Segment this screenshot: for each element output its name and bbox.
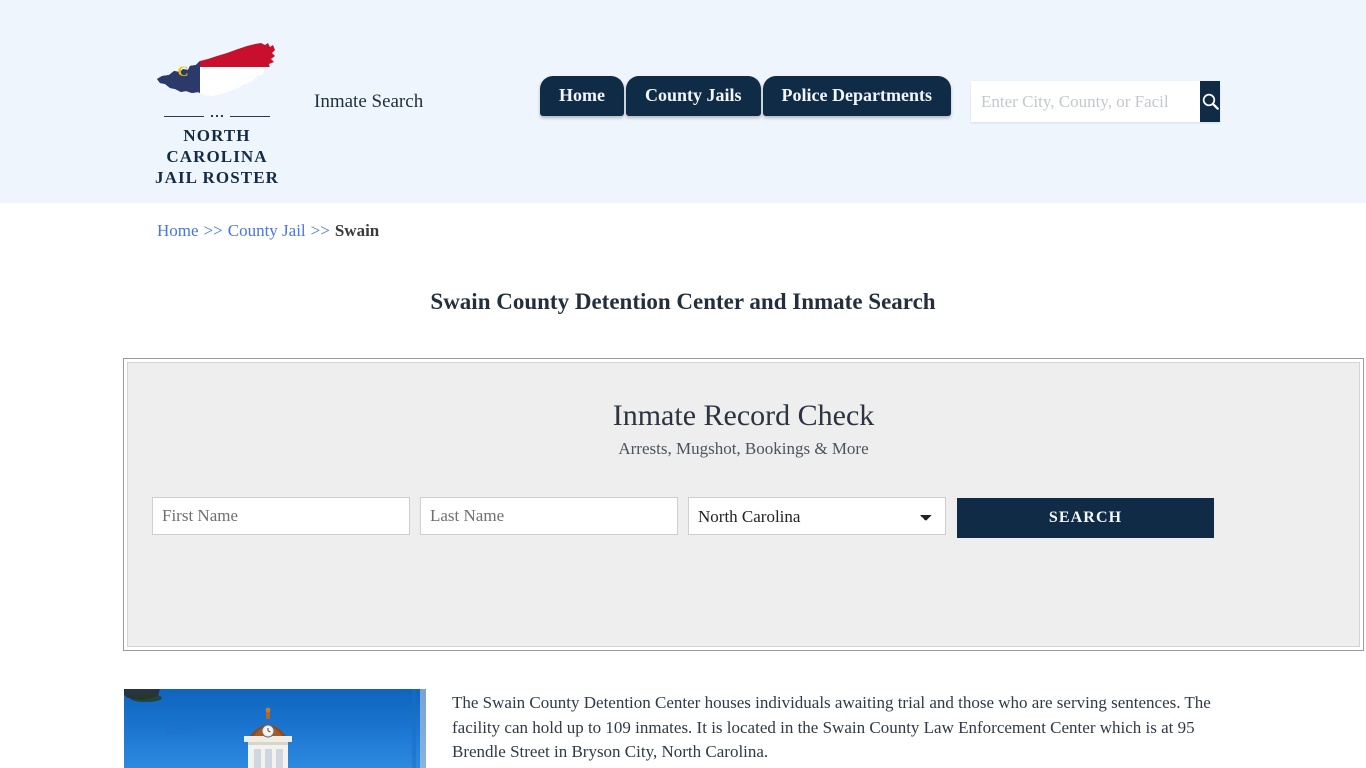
inmate-search-button[interactable]: SEARCH: [957, 498, 1214, 538]
header-search-button[interactable]: [1200, 81, 1220, 122]
breadcrumb: Home >> County Jail >> Swain: [157, 221, 379, 241]
nav-item-police-departments[interactable]: Police Departments: [762, 76, 951, 116]
header-search-input[interactable]: [971, 81, 1200, 122]
site-tagline: Inmate Search: [314, 91, 424, 112]
facility-thumbnail[interactable]: [124, 689, 426, 768]
widget-title: Inmate Record Check: [612, 399, 875, 432]
breadcrumb-separator-1: >>: [203, 221, 223, 240]
breadcrumb-separator-2: >>: [310, 221, 330, 240]
page-root: C NORTH CAROLINA JAIL ROSTER Inmate Sear…: [0, 0, 1366, 768]
page-title: Swain County Detention Center and Inmate…: [430, 289, 936, 315]
site-logo[interactable]: C NORTH CAROLINA JAIL ROSTER: [143, 36, 291, 188]
last-name-input[interactable]: [420, 497, 678, 535]
svg-text:C: C: [178, 64, 189, 80]
breadcrumb-link-county-jail[interactable]: County Jail: [228, 221, 306, 240]
logo-line-2: JAIL ROSTER: [154, 168, 280, 187]
logo-divider-ornament: [152, 112, 282, 121]
breadcrumb-current: Swain: [334, 221, 380, 240]
nav-item-home[interactable]: Home: [540, 76, 624, 116]
main-navigation: Home County Jails Police Departments: [540, 76, 951, 116]
nav-item-county-jails[interactable]: County Jails: [625, 76, 761, 116]
first-name-input[interactable]: [152, 497, 410, 535]
state-select[interactable]: North Carolina: [688, 497, 946, 535]
magnifier-icon: [1202, 93, 1219, 110]
facility-description: The Swain County Detention Center houses…: [452, 693, 1211, 761]
inmate-search-form: North Carolina SEARCH: [152, 497, 1337, 538]
breadcrumb-link-home[interactable]: Home: [157, 221, 199, 240]
site-header: C NORTH CAROLINA JAIL ROSTER Inmate Sear…: [0, 0, 1366, 203]
widget-subtitle: Arrests, Mugshot, Bookings & More: [618, 439, 869, 458]
courthouse-clock-tower-photo: [124, 689, 426, 768]
inmate-record-check-widget: Inmate Record Check Arrests, Mugshot, Bo…: [123, 358, 1364, 651]
header-search-form: [971, 81, 1220, 122]
logo-line-1: NORTH CAROLINA: [166, 126, 268, 166]
north-carolina-state-map-icon: C: [157, 43, 275, 96]
